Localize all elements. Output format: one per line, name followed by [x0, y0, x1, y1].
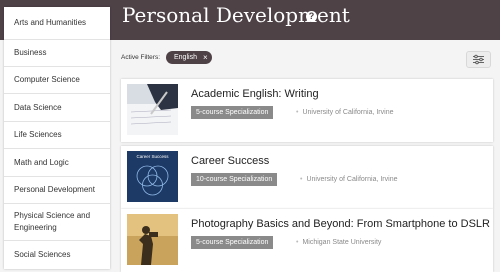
- course-card[interactable]: Photography Basics and Beyond: From Smar…: [121, 209, 493, 272]
- sidebar-item-label: Life Sciences: [14, 130, 62, 139]
- sidebar-item-social-sciences[interactable]: Social Sciences: [4, 241, 110, 269]
- sidebar-item-computer-science[interactable]: Computer Science: [4, 67, 110, 94]
- sidebar-item-physical-science[interactable]: Physical Science and Engineering: [4, 204, 110, 241]
- course-card[interactable]: Academic English: Writing 5-course Speci…: [121, 79, 493, 142]
- close-icon[interactable]: ×: [203, 53, 208, 62]
- course-thumbnail: Career Success: [127, 151, 178, 202]
- language-filter-chip[interactable]: English ×: [166, 51, 212, 64]
- sidebar-item-data-science[interactable]: Data Science: [4, 94, 110, 122]
- sidebar-item-label: Data Science: [14, 102, 62, 112]
- sidebar: Arts and Humanities Business Computer Sc…: [4, 7, 110, 269]
- sidebar-item-label: Arts and Humanities: [14, 18, 87, 27]
- sidebar-item-label: Business: [14, 48, 47, 57]
- course-title[interactable]: Academic English: Writing: [191, 88, 319, 100]
- sidebar-item-business[interactable]: Business: [4, 40, 110, 67]
- specialization-badge: 5-course Specialization: [191, 106, 274, 119]
- sidebar-item-personal-development[interactable]: Personal Development: [4, 177, 110, 204]
- specialization-badge: 5-course Specialization: [191, 236, 274, 249]
- course-thumbnail: [127, 84, 178, 135]
- sidebar-item-arts-and-humanities[interactable]: Arts and Humanities: [4, 7, 110, 40]
- course-title[interactable]: Career Success: [191, 155, 269, 167]
- sidebar-item-label: Physical Science and Engineering: [14, 211, 91, 232]
- sidebar-item-label: Social Sciences: [14, 250, 71, 259]
- active-filters-label: Active Filters:: [121, 54, 161, 61]
- sidebar-item-label: Personal Development: [14, 185, 95, 194]
- filter-settings-button[interactable]: [466, 51, 491, 68]
- chip-label: English: [174, 54, 197, 61]
- question-icon[interactable]: ?: [306, 11, 317, 22]
- sliders-icon: [473, 54, 484, 65]
- course-card[interactable]: Career Success Career Success 10-course …: [121, 146, 493, 209]
- course-title[interactable]: Photography Basics and Beyond: From Smar…: [191, 218, 490, 230]
- sidebar-item-label: Computer Science: [14, 75, 80, 84]
- course-thumbnail: [127, 214, 178, 265]
- specialization-badge: 10-course Specialization: [191, 173, 278, 186]
- course-provider: University of California, Irvine: [296, 106, 393, 119]
- sidebar-item-life-sciences[interactable]: Life Sciences: [4, 122, 110, 149]
- course-provider: Michigan State University: [296, 236, 381, 249]
- sidebar-item-label: Math and Logic: [14, 157, 69, 167]
- sidebar-item-math-and-logic[interactable]: Math and Logic: [4, 149, 110, 177]
- course-provider: University of California, Irvine: [300, 173, 397, 186]
